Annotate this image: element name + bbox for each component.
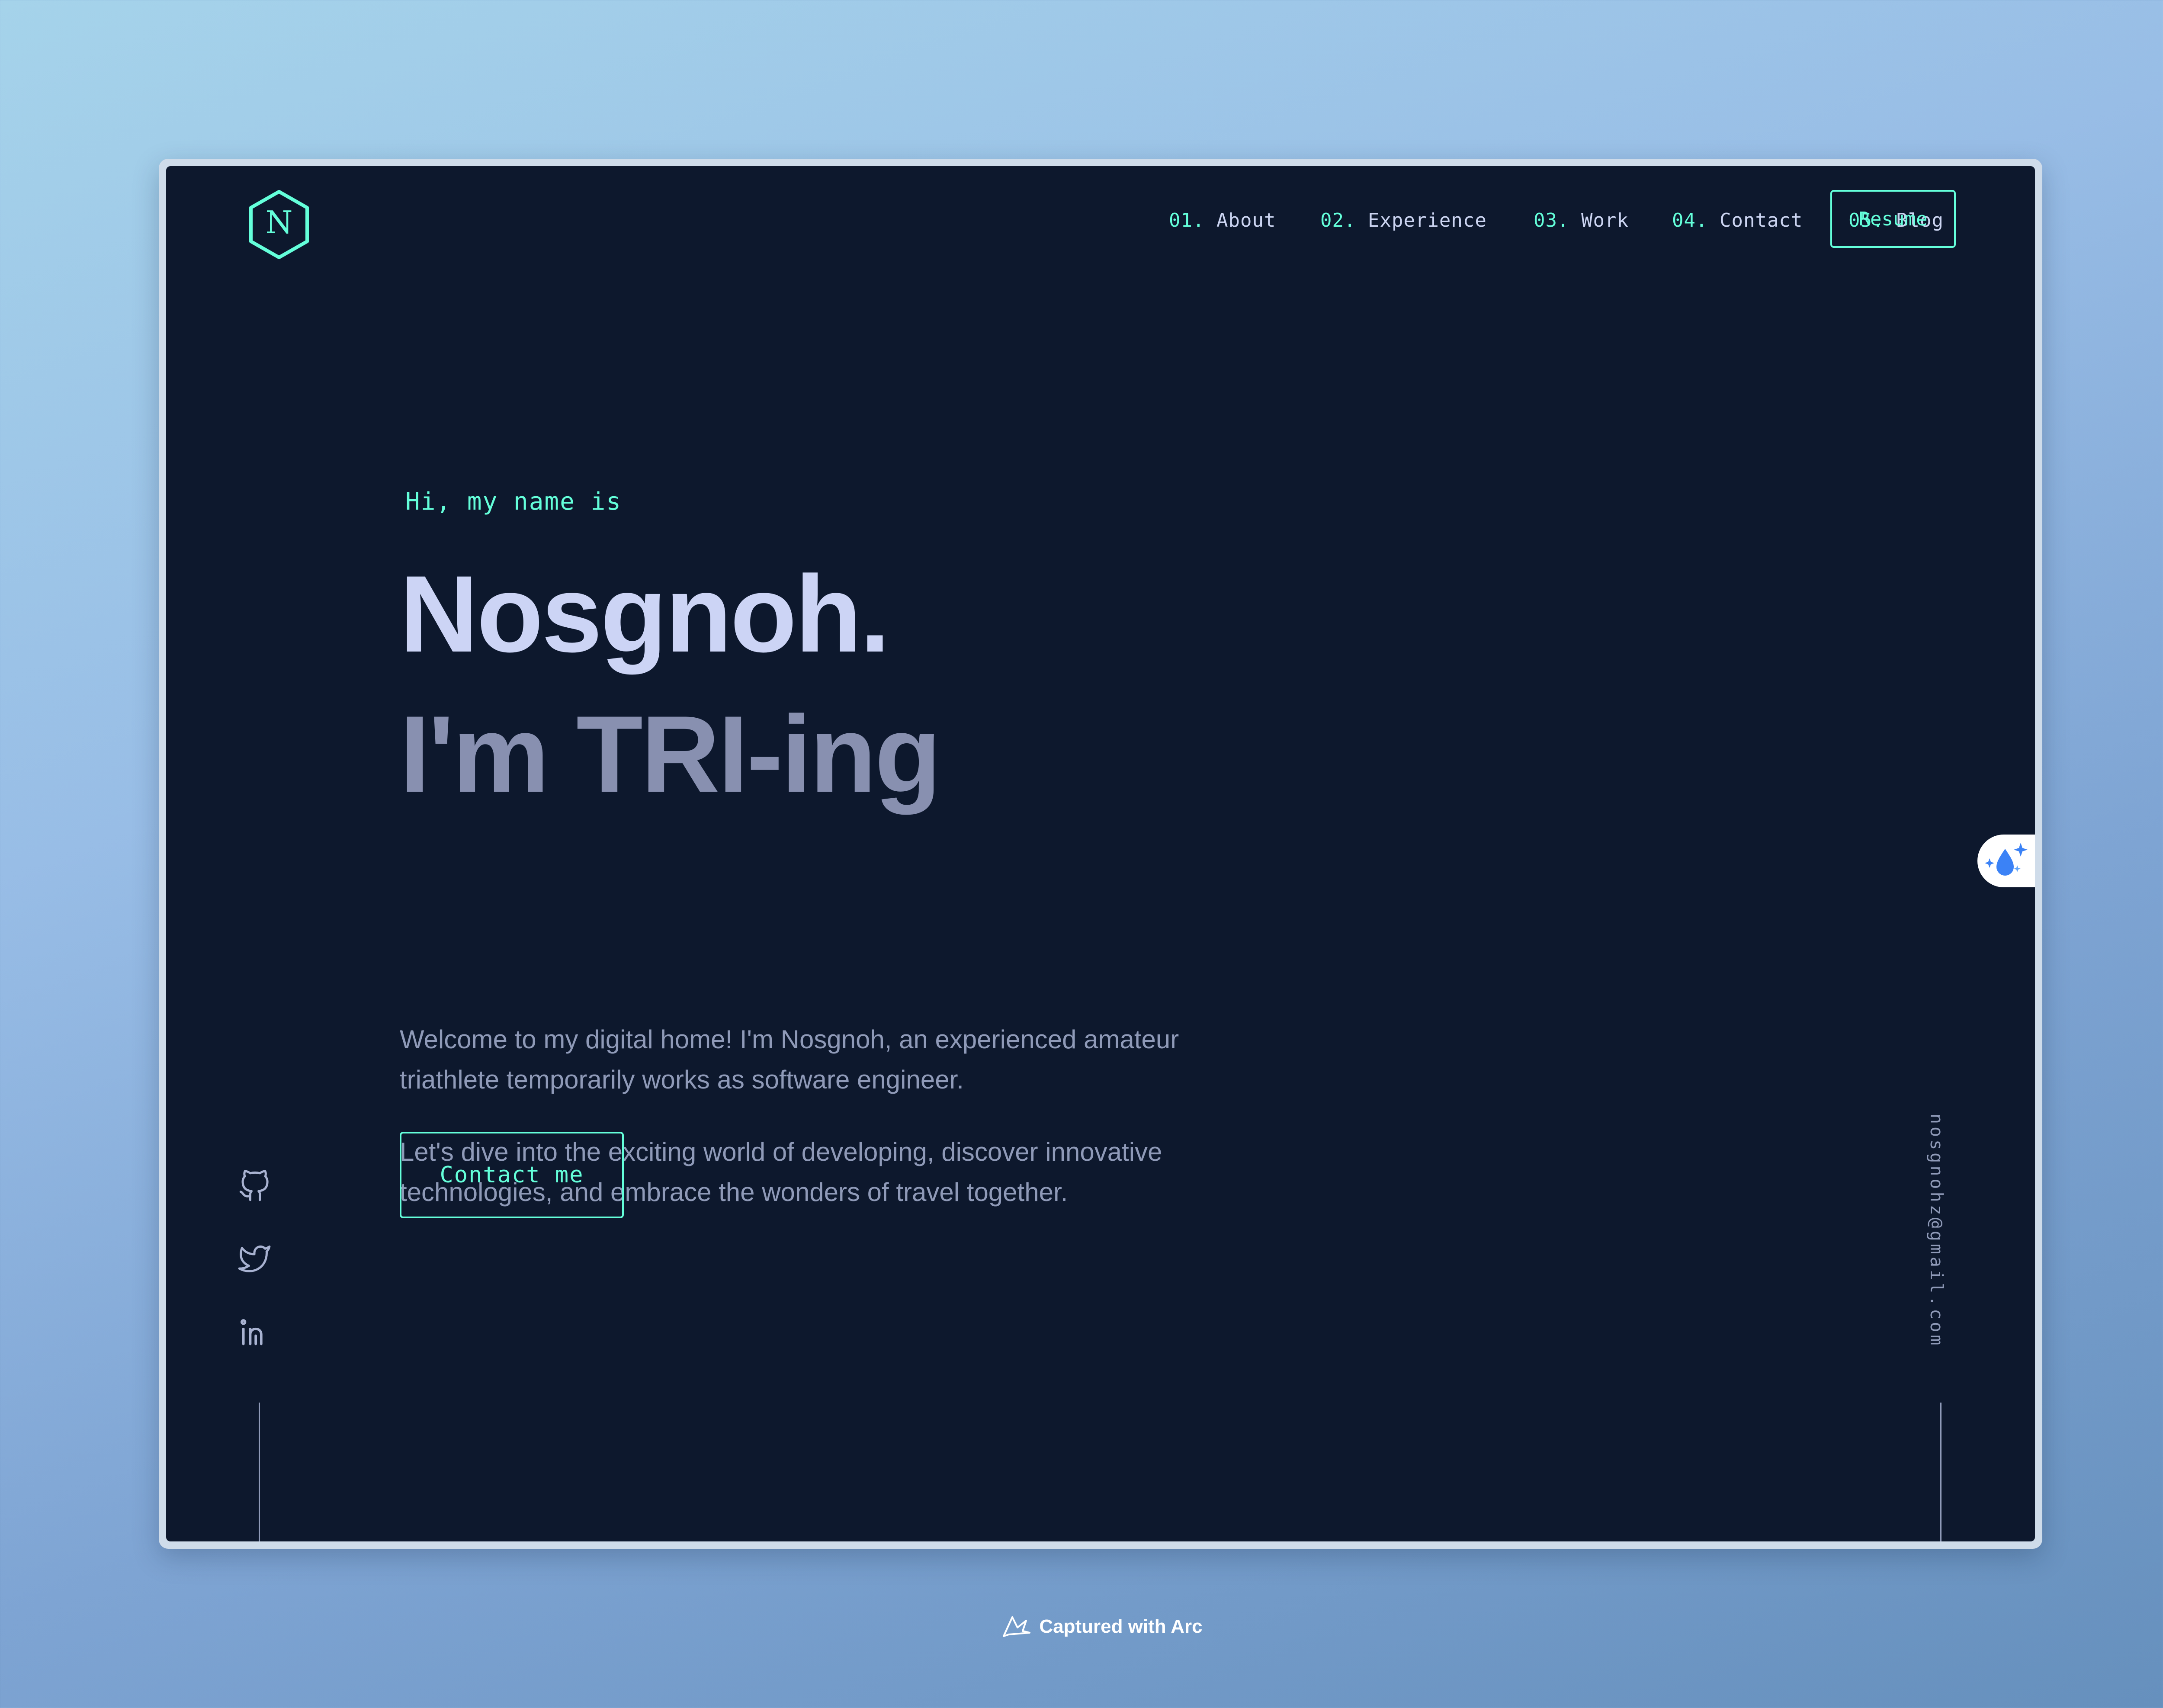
- linkedin-icon[interactable]: [238, 1315, 271, 1348]
- nav-label: Experience: [1367, 209, 1487, 231]
- intro-paragraph: Welcome to my digital home! I'm Nosgnoh,…: [400, 1025, 1179, 1094]
- right-decorative-line: [1940, 1403, 1942, 1541]
- email-link[interactable]: nosgnohz@gmail.com: [1926, 1114, 1946, 1348]
- nav-number: 03.: [1534, 209, 1569, 231]
- logo-letter: N: [266, 204, 293, 241]
- capture-footer: Captured with Arc: [0, 1614, 2163, 1640]
- resume-button[interactable]: Resume: [1830, 190, 1956, 248]
- nav-item-experience[interactable]: 02. Experience: [1320, 209, 1487, 231]
- greeting-text: Hi, my name is: [405, 488, 622, 516]
- nav-label: About: [1216, 209, 1276, 231]
- left-decorative-line: [259, 1403, 260, 1541]
- nav-number: 01.: [1169, 209, 1205, 231]
- twitter-icon[interactable]: [238, 1242, 271, 1275]
- logo-hexagon-icon[interactable]: N: [247, 189, 311, 260]
- nav-item-contact[interactable]: 04. Contact: [1672, 209, 1803, 231]
- github-icon[interactable]: [238, 1170, 271, 1203]
- sparkle-drop-icon: [1985, 843, 2028, 876]
- nav-label: Work: [1581, 209, 1629, 231]
- nav-number: 04.: [1672, 209, 1708, 231]
- browser-window: N 01. About 02. Experience 03. Work 04. …: [159, 159, 2042, 1549]
- nav-number: 02.: [1320, 209, 1356, 231]
- extension-tab[interactable]: [1977, 835, 2035, 887]
- hero-name: Nosgnoh.: [400, 553, 890, 675]
- capture-text: Captured with Arc: [1039, 1616, 1203, 1637]
- arc-logo-icon: [1003, 1616, 1031, 1637]
- nav-label: Contact: [1719, 209, 1803, 231]
- nav-item-work[interactable]: 03. Work: [1534, 209, 1629, 231]
- hero-tagline: I'm TRI-ing: [400, 693, 941, 815]
- contact-me-button[interactable]: Contact me: [400, 1132, 624, 1218]
- portfolio-page: N 01. About 02. Experience 03. Work 04. …: [166, 166, 2035, 1541]
- nav-item-about[interactable]: 01. About: [1169, 209, 1276, 231]
